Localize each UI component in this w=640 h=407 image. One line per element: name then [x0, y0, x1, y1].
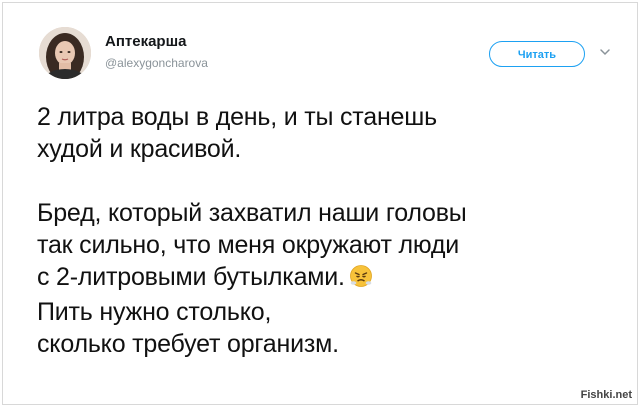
tweet-line: 2 литра воды в день, и ты станешь — [37, 103, 437, 131]
author-handle[interactable]: @alexygoncharova — [105, 56, 208, 70]
chevron-down-icon[interactable] — [595, 42, 615, 62]
avatar-image — [39, 27, 91, 79]
tweet-line: сколько требует организм. — [37, 330, 339, 358]
tweet-line: Бред, который захватил наши головы — [37, 199, 467, 227]
tweet-line: с 2-литровыми бутылками. — [37, 263, 345, 291]
avatar[interactable] — [39, 27, 91, 79]
tweet-card: Аптекарша @alexygoncharova Читать 2 литр… — [2, 2, 638, 405]
author-display-name[interactable]: Аптекарша — [105, 33, 186, 50]
face-with-steam-from-nose-icon — [349, 264, 373, 296]
watermark-logo: Fishki.net — [580, 389, 632, 401]
tweet-line: Пить нужно столько, — [37, 298, 272, 326]
follow-button[interactable]: Читать — [489, 41, 585, 67]
tweet-line-with-emoji: с 2-литровыми бутылками. — [37, 261, 617, 296]
tweet-text: 2 литра воды в день, и ты станешь худой … — [37, 101, 617, 360]
tweet-header: Аптекарша @alexygoncharova Читать — [39, 27, 619, 83]
tweet-line: так сильно, что меня окружают люди — [37, 231, 460, 259]
tweet-line: худой и красивой. — [37, 135, 242, 163]
